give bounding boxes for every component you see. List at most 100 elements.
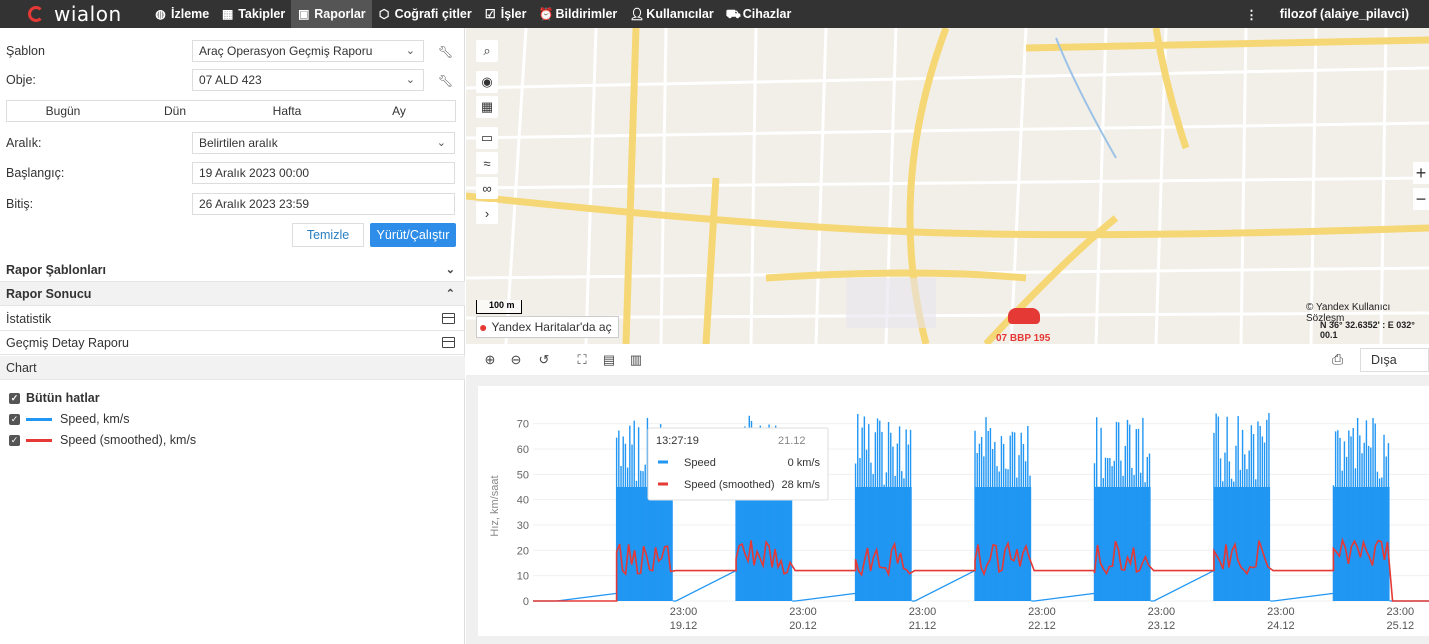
geofence-icon: ⬡ xyxy=(378,6,390,21)
tooltip-series-name: Speed (smoothed) xyxy=(684,479,775,491)
report-settings-panel: Şablon Araç Operasyon Geçmiş Raporu ⌄ 🔧︎… xyxy=(0,28,465,644)
x-tick-time: 23:00 xyxy=(670,606,698,618)
y-tick-label: 50 xyxy=(517,469,529,481)
speed-chart[interactable]: 0 10 20 30 40 50 60 70 Hız, km/saat 23:00 19.12 23:… xyxy=(478,386,1429,636)
object-select[interactable]: 07 ALD 423 ⌄ xyxy=(192,69,424,91)
chevron-down-icon: ⌄ xyxy=(436,137,446,149)
nav-label: Coğrafi çitler xyxy=(394,7,472,21)
nav-item-6[interactable]: 👤︎ Kullanıcılar xyxy=(623,0,719,28)
object-value: 07 ALD 423 xyxy=(199,73,262,87)
start-label: Başlangıç: xyxy=(6,166,65,180)
legend-speed[interactable]: ✓ Speed, km/s xyxy=(9,412,129,426)
legend-all-lines[interactable]: ✓ Bütün hatlar xyxy=(9,391,100,405)
legend-label: Speed (smoothed), km/s xyxy=(60,433,197,447)
object-label: Obje: xyxy=(6,73,36,87)
tooltip-series-name: Speed xyxy=(684,457,716,469)
map-view[interactable]: 07 BBP 195 xyxy=(466,28,1429,344)
route-icon[interactable]: ≈ xyxy=(476,152,498,174)
binoculars-icon[interactable]: ∞ xyxy=(476,177,498,199)
table-icon[interactable] xyxy=(442,337,455,348)
fit-screen-icon[interactable]: ⛶ xyxy=(574,352,590,368)
x-tick-date: 23.12 xyxy=(1148,620,1176,632)
y-tick-label: 70 xyxy=(517,419,529,431)
template-select[interactable]: Araç Operasyon Geçmiş Raporu ⌄ xyxy=(192,40,424,62)
comment-icon[interactable]: ▤ xyxy=(601,352,617,368)
nav-item-7[interactable]: ⛟ Cihazlar xyxy=(720,0,798,28)
checkbox-checked-icon[interactable]: ✓ xyxy=(9,392,20,404)
table-icon[interactable] xyxy=(442,313,455,324)
x-tick-date: 25.12 xyxy=(1387,620,1415,632)
template-label: Şablon xyxy=(6,44,45,58)
map-streets xyxy=(466,28,1429,344)
nav-label: Cihazlar xyxy=(742,7,792,21)
section-title: Rapor Sonucu xyxy=(6,286,92,301)
search-icon[interactable]: ⌕ xyxy=(476,40,498,62)
chevron-right-icon[interactable]: › xyxy=(476,202,498,224)
eye-icon[interactable]: ◉ xyxy=(476,71,498,93)
zoom-out-icon[interactable]: ⊖ xyxy=(508,352,524,368)
wialon-logo[interactable]: wialon xyxy=(0,2,140,26)
map-coordinates: N 36° 32.6352' : E 032° 00.1 xyxy=(1320,320,1415,340)
nav-label: Raporlar xyxy=(314,7,366,21)
tooltip-series-value: 28 km/s xyxy=(781,479,820,491)
nav-item-2[interactable]: ▣ Raporlar xyxy=(291,0,372,28)
nav-item-4[interactable]: ☑ İşler xyxy=(478,0,533,28)
x-tick-date: 20.12 xyxy=(789,620,817,632)
checkbox-checked-icon[interactable]: ✓ xyxy=(9,413,20,425)
checkbox-checked-icon[interactable]: ✓ xyxy=(9,434,20,446)
result-item-history[interactable]: Geçmiş Detay Raporu xyxy=(0,331,465,355)
run-button[interactable]: Yürüt/Çalıştır xyxy=(370,223,456,247)
interval-select[interactable]: Belirtilen aralık ⌄ xyxy=(192,132,455,154)
wrench-icon[interactable]: 🔧︎ xyxy=(438,74,453,88)
user-menu[interactable]: ⋮ filozof (alaiye_pilavci) xyxy=(1245,0,1409,28)
zoom-in-button[interactable]: + xyxy=(1413,162,1429,184)
more-menu-icon[interactable]: ⋮ xyxy=(1245,7,1258,22)
item-label: Geçmiş Detay Raporu xyxy=(6,335,129,350)
clear-button[interactable]: Temizle xyxy=(292,223,364,247)
chart-ruler-icon[interactable]: ▥ xyxy=(628,352,644,368)
legend-label: Bütün hatlar xyxy=(26,391,100,405)
x-tick-time: 23:00 xyxy=(1387,606,1415,618)
legend-swatch xyxy=(26,438,52,442)
tooltip-time: 13:27:19 xyxy=(656,435,699,447)
map-tool-column: ⌕ ◉ ▦ ▭ ≈ ∞ › xyxy=(476,40,498,227)
y-tick-label: 40 xyxy=(517,495,529,507)
nav-item-1[interactable]: ▦ Takipler xyxy=(215,0,291,28)
user-icon: 👤︎ xyxy=(629,6,645,21)
result-item-statistics[interactable]: İstatistik xyxy=(0,307,465,331)
vehicle-marker-icon[interactable] xyxy=(1008,308,1040,324)
result-item-chart[interactable]: Chart xyxy=(0,356,465,380)
export-button[interactable]: Dışa aktar xyxy=(1360,348,1429,389)
alarm-icon: ⏰ xyxy=(538,6,554,21)
x-tick-date: 21.12 xyxy=(909,620,937,632)
print-icon[interactable]: ⎙ xyxy=(1332,351,1343,368)
speed-chart-card: 0 10 20 30 40 50 60 70 Hız, km/saat 23:00 19.12 23:… xyxy=(478,386,1429,636)
section-report-result[interactable]: Rapor Sonucu ⌃ xyxy=(0,282,465,306)
reset-zoom-icon[interactable]: ↺ xyxy=(536,352,552,368)
tab-yesterday[interactable]: Dün xyxy=(119,101,231,121)
x-tick-date: 22.12 xyxy=(1028,620,1056,632)
item-label: İstatistik xyxy=(6,311,52,326)
map-layers-icon[interactable]: ▦ xyxy=(476,96,498,118)
y-tick-label: 60 xyxy=(517,444,529,456)
section-report-templates[interactable]: Rapor Şablonları ⌄ xyxy=(0,258,465,282)
legend-speed-smoothed[interactable]: ✓ Speed (smoothed), km/s xyxy=(9,433,196,447)
ruler-icon[interactable]: ▭ xyxy=(476,127,498,149)
nav-item-0[interactable]: ◍ İzleme xyxy=(148,0,215,28)
zoom-out-button[interactable]: − xyxy=(1413,188,1429,210)
end-date-input[interactable]: 26 Aralık 2023 23:59 xyxy=(192,193,455,215)
chevron-down-icon: ⌄ xyxy=(405,45,415,57)
nav-label: Bildirimler xyxy=(555,7,618,21)
zoom-in-icon[interactable]: ⊕ xyxy=(482,352,498,368)
wrench-icon[interactable]: 🔧︎ xyxy=(438,45,453,59)
nav-label: Takipler xyxy=(238,7,286,21)
tab-week[interactable]: Hafta xyxy=(231,101,343,121)
start-date-input[interactable]: 19 Aralık 2023 00:00 xyxy=(192,162,455,184)
tab-today[interactable]: Bugün xyxy=(7,101,119,121)
nav-item-3[interactable]: ⬡ Coğrafi çitler xyxy=(372,0,478,28)
end-label: Bitiş: xyxy=(6,197,34,211)
nav-item-5[interactable]: ⏰ Bildirimler xyxy=(532,0,623,28)
tab-month[interactable]: Ay xyxy=(343,101,455,121)
open-in-yandex-link[interactable]: ● Yandex Haritalar'da aç xyxy=(476,316,619,338)
y-tick-label: 30 xyxy=(517,520,529,532)
